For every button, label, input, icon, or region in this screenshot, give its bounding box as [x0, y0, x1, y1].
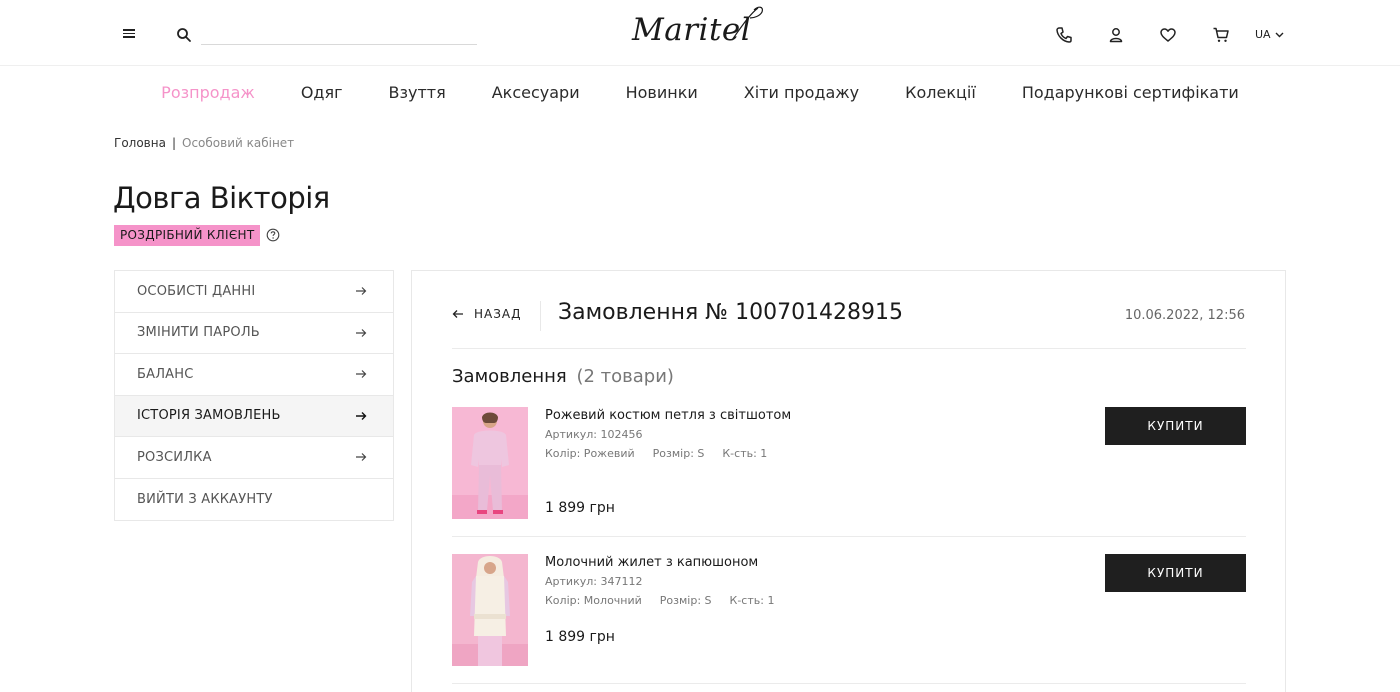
order-items-heading: Замовлення (2 товари) [452, 366, 674, 387]
product-attributes: Колір: Молочний Розмір: S К-сть: 1 [545, 594, 774, 607]
sidebar-item-label: ЗМІНИТИ ПАРОЛЬ [137, 325, 260, 341]
chevron-down-icon [1275, 32, 1284, 37]
buy-button[interactable]: КУПИТИ [1105, 554, 1246, 592]
nav-item-gift-cards[interactable]: Подарункові сертифікати [1022, 83, 1239, 102]
user-icon[interactable] [1107, 26, 1125, 44]
back-label: НАЗАД [474, 307, 522, 321]
divider [540, 301, 541, 331]
order-items-label: Замовлення [452, 366, 567, 387]
divider [452, 536, 1246, 537]
site-header: Maritel UA [0, 0, 1400, 66]
nav-item-sale[interactable]: Розпродаж [161, 83, 255, 102]
product-color: Колір: Молочний [545, 594, 642, 607]
product-attributes: Колір: Рожевий Розмір: S К-сть: 1 [545, 447, 767, 460]
arrow-right-icon [356, 453, 367, 462]
nav-item-new[interactable]: Новинки [626, 83, 698, 102]
product-image[interactable] [452, 407, 528, 519]
divider [452, 348, 1246, 349]
order-item: Рожевий костюм петля з світшотом Артикул… [452, 407, 1246, 519]
divider [452, 683, 1246, 684]
order-details-panel: НАЗАД Замовлення № 100701428915 10.06.20… [411, 270, 1286, 692]
product-price: 1 899 грн [545, 629, 615, 645]
product-price: 1 899 грн [545, 500, 615, 516]
customer-type-badge: РОЗДРІБНИЙ КЛІЄНТ [114, 225, 261, 246]
sidebar-item-personal-data[interactable]: ОСОБИСТІ ДАННІ [115, 271, 393, 313]
nav-item-accessories[interactable]: Аксесуари [492, 83, 580, 102]
breadcrumb: Головна | Особовий кабінет [114, 136, 294, 150]
sidebar-item-label: ІСТОРІЯ ЗАМОВЛЕНЬ [137, 408, 281, 424]
breadcrumb-separator: | [171, 136, 176, 150]
sidebar-item-label: БАЛАНС [137, 366, 194, 382]
arrow-left-icon [452, 310, 463, 318]
cart-icon[interactable] [1212, 26, 1230, 44]
arrow-right-icon [356, 328, 367, 337]
order-items-count: (2 товари) [576, 366, 674, 387]
product-name[interactable]: Молочний жилет з капюшоном [545, 555, 758, 570]
product-size: Розмір: S [652, 447, 705, 460]
arrow-right-icon [356, 370, 367, 379]
phone-icon[interactable] [1055, 26, 1073, 44]
buy-button[interactable]: КУПИТИ [1105, 407, 1246, 445]
sidebar-item-order-history[interactable]: ІСТОРІЯ ЗАМОВЛЕНЬ [115, 395, 393, 437]
nav-item-clothing[interactable]: Одяг [301, 83, 343, 102]
help-icon[interactable] [266, 228, 280, 242]
nav-item-bestsellers[interactable]: Хіти продажу [744, 83, 859, 102]
sidebar-item-balance[interactable]: БАЛАНС [115, 354, 393, 396]
menu-icon[interactable] [123, 27, 139, 43]
product-sku: Артикул: 102456 [545, 428, 643, 441]
page-title: Довга Вікторія [113, 181, 330, 215]
main-nav: Розпродаж Одяг Взуття Аксесуари Новинки … [0, 66, 1400, 118]
heart-icon[interactable] [1159, 26, 1177, 44]
language-label: UA [1255, 28, 1271, 41]
language-selector[interactable]: UA [1255, 28, 1284, 41]
product-quantity: К-сть: 1 [729, 594, 775, 607]
sidebar-item-change-password[interactable]: ЗМІНИТИ ПАРОЛЬ [115, 313, 393, 354]
breadcrumb-home[interactable]: Головна [114, 136, 166, 150]
logo[interactable]: Maritel [632, 4, 768, 56]
sidebar-item-logout[interactable]: ВИЙТИ З АККАУНТУ [115, 479, 393, 521]
search-input[interactable] [201, 18, 477, 45]
account-sidebar: ОСОБИСТІ ДАННІ ЗМІНИТИ ПАРОЛЬ БАЛАНС ІСТ… [114, 270, 394, 521]
breadcrumb-current: Особовий кабінет [182, 136, 295, 150]
nav-item-collections[interactable]: Колекції [905, 83, 976, 102]
logo-flourish-icon [731, 6, 763, 41]
arrow-right-icon [356, 287, 367, 296]
product-name[interactable]: Рожевий костюм петля з світшотом [545, 408, 791, 423]
order-title: Замовлення № 100701428915 [558, 300, 904, 325]
product-image[interactable] [452, 554, 528, 666]
product-quantity: К-сть: 1 [722, 447, 768, 460]
sidebar-item-label: РОЗСИЛКА [137, 449, 212, 465]
back-button[interactable]: НАЗАД [452, 307, 522, 321]
arrow-right-icon [356, 411, 367, 420]
product-sku: Артикул: 347112 [545, 575, 643, 588]
order-item: Молочний жилет з капюшоном Артикул: 3471… [452, 554, 1246, 666]
sidebar-item-newsletter[interactable]: РОЗСИЛКА [115, 437, 393, 479]
sidebar-item-label: ВИЙТИ З АККАУНТУ [137, 491, 273, 507]
order-date: 10.06.2022, 12:56 [1124, 308, 1245, 323]
nav-item-shoes[interactable]: Взуття [389, 83, 446, 102]
search-icon[interactable] [176, 27, 192, 43]
product-color: Колір: Рожевий [545, 447, 635, 460]
product-size: Розмір: S [659, 594, 712, 607]
sidebar-item-label: ОСОБИСТІ ДАННІ [137, 283, 256, 299]
